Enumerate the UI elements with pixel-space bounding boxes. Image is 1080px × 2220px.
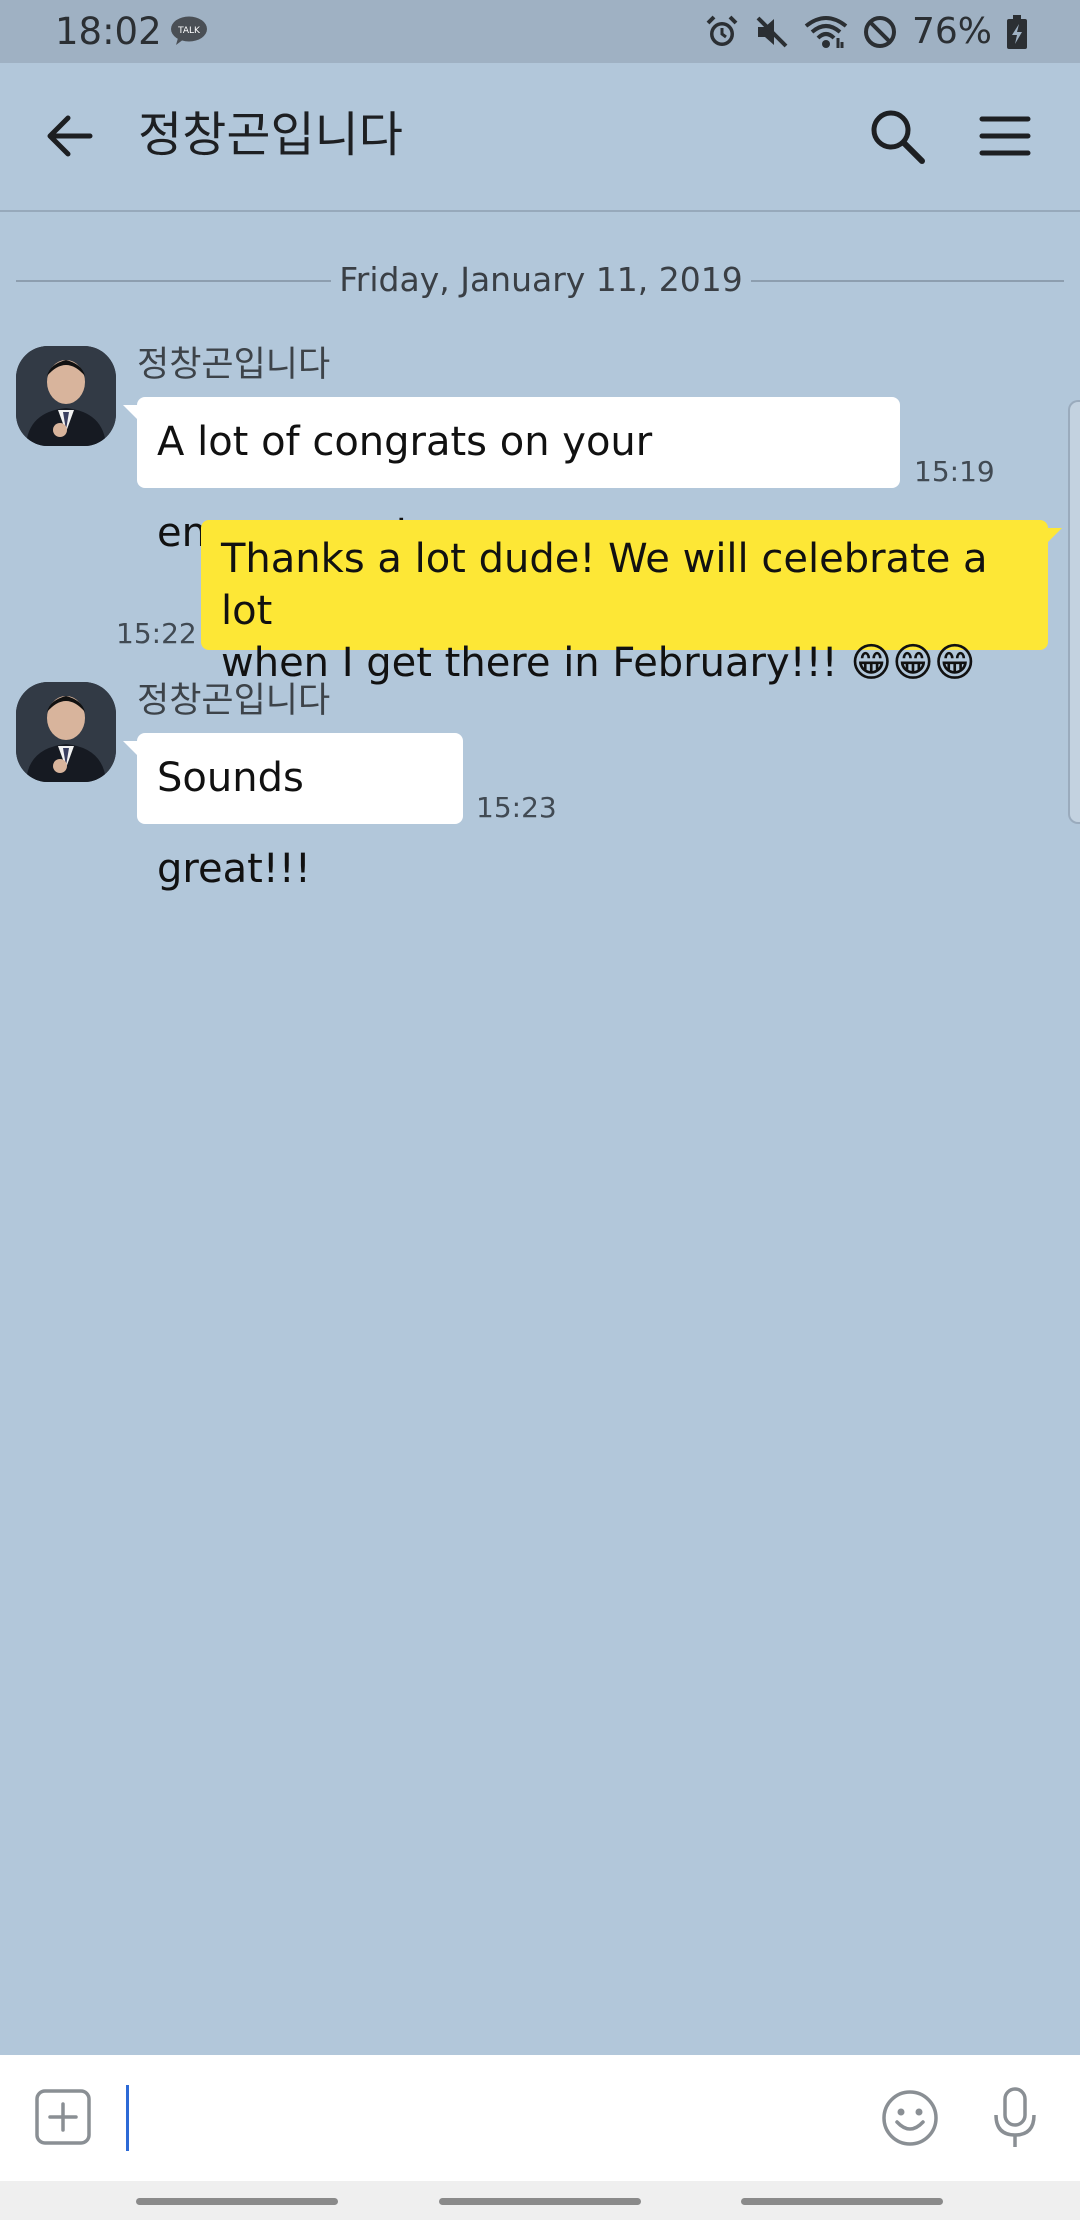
search-button[interactable] [864, 103, 930, 169]
sender-name: 정창곤입니다 [137, 681, 331, 721]
app-bar: 정창곤입니다 [0, 63, 1080, 212]
alarm-icon [704, 14, 740, 50]
sender-avatar[interactable] [16, 346, 116, 446]
outgoing-message-bubble[interactable]: Thanks a lot dude! We will celebrate a l… [201, 520, 1062, 686]
incoming-message-bubble[interactable]: Sounds great!!! [123, 733, 463, 892]
message-input-bar [0, 2055, 1080, 2181]
menu-button[interactable] [970, 103, 1040, 169]
microphone-button[interactable] [990, 2085, 1040, 2151]
hamburger-menu-icon [979, 116, 1031, 156]
status-bar: 18:02 TALK 76% [0, 0, 1080, 63]
message-time: 15:22 [116, 617, 197, 650]
avatar-photo [16, 346, 116, 446]
status-time: 18:02 [55, 10, 162, 53]
back-button[interactable] [40, 108, 106, 164]
system-status-icons: 76% [704, 10, 1028, 54]
nav-back-button[interactable] [741, 2198, 943, 2205]
wifi-icon [804, 14, 848, 50]
message-time: 15:23 [476, 791, 557, 824]
nav-home-button[interactable] [439, 2198, 641, 2205]
message-text-line-2: when I get there in February!!! 😁😁😁 [221, 640, 976, 686]
plus-square-icon [35, 2089, 91, 2145]
system-navigation-bar [0, 2181, 1080, 2220]
text-caret [126, 2085, 129, 2151]
scroll-indicator[interactable] [1068, 400, 1080, 824]
avatar-photo [16, 682, 116, 782]
microphone-icon [994, 2087, 1036, 2147]
attach-button[interactable] [34, 2088, 92, 2146]
mute-icon [754, 14, 790, 50]
kakaotalk-talk-icon: TALK [170, 16, 208, 46]
emoji-face-icon [882, 2090, 938, 2146]
arrow-left-icon [47, 115, 93, 157]
message-text-line-1: Thanks a lot dude! We will celebrate a l… [221, 536, 988, 634]
message-input[interactable] [126, 2085, 846, 2151]
emoji-button[interactable] [880, 2088, 940, 2148]
battery-charging-icon [1006, 14, 1028, 50]
nav-recents-button[interactable] [136, 2198, 338, 2205]
chat-title: 정창곤입니다 [138, 107, 403, 163]
date-separator-line-left [16, 280, 331, 282]
message-time: 15:19 [914, 455, 995, 488]
date-separator-text: Friday, January 11, 2019 [339, 260, 743, 299]
do-not-disturb-icon [862, 14, 898, 50]
message-text: Sounds great!!! [157, 755, 311, 892]
sender-name: 정창곤입니다 [137, 345, 331, 385]
svg-text:TALK: TALK [177, 26, 201, 36]
incoming-message-bubble[interactable]: A lot of congrats on your engagement [123, 397, 900, 556]
date-separator: Friday, January 11, 2019 [16, 255, 1064, 305]
search-icon [871, 110, 925, 164]
battery-percent: 76% [911, 11, 992, 52]
date-separator-line-right [751, 280, 1064, 282]
sender-avatar[interactable] [16, 682, 116, 782]
